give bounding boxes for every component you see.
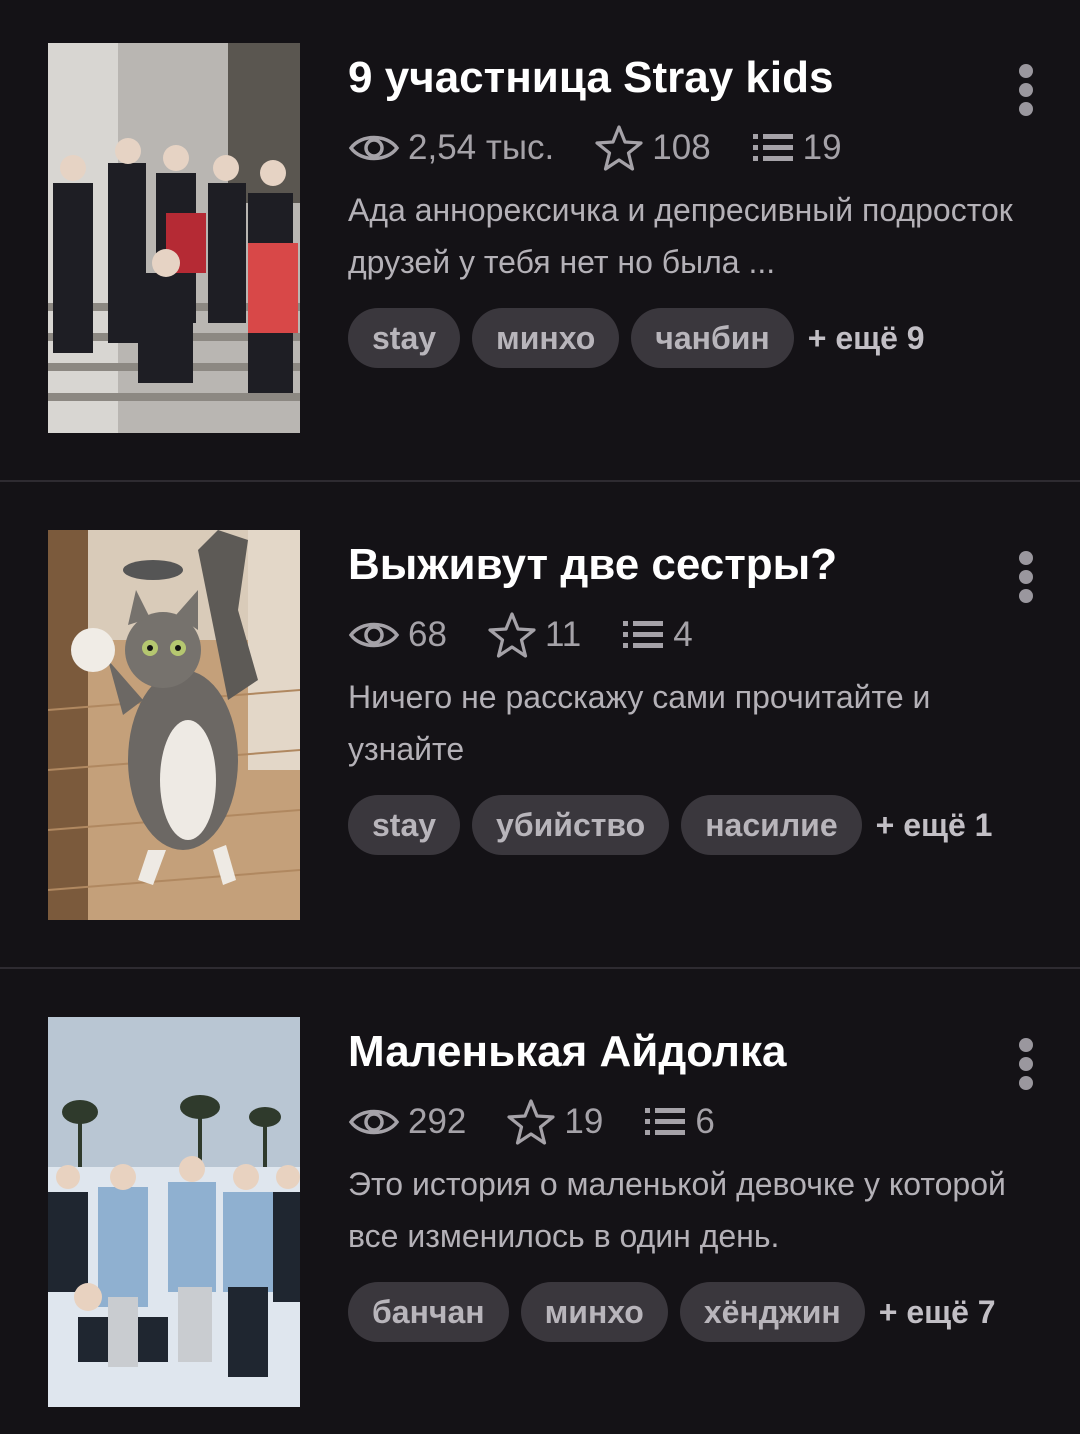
star-icon — [507, 1099, 556, 1145]
tag-chip[interactable]: убийство — [472, 795, 670, 855]
story-title[interactable]: Выживут две сестры? — [348, 539, 837, 591]
tag-chip[interactable]: насилие — [681, 795, 862, 855]
stars-stat: 108 — [594, 124, 711, 172]
chapters-count: 19 — [802, 128, 842, 167]
tag-chip[interactable]: stay — [348, 795, 461, 855]
story-stats: 2,54 тыс. 108 19 — [348, 122, 882, 174]
story-cover-image[interactable] — [48, 43, 300, 433]
divider — [0, 967, 1080, 969]
group-photo-snow-image — [48, 1017, 300, 1407]
list-icon — [645, 1108, 686, 1135]
story-cover-image[interactable] — [48, 1017, 300, 1407]
more-tags-link[interactable]: + ещё 9 — [808, 320, 925, 357]
story-card[interactable]: Маленькая Айдолка 292 19 6 Это история о… — [0, 974, 1080, 1434]
story-title[interactable]: 9 участница Stray kids — [348, 52, 833, 104]
stars-stat: 19 — [506, 1098, 603, 1146]
eye-icon — [348, 135, 400, 161]
views-count: 68 — [408, 615, 447, 654]
tag-list: банчан минхо хёнджин + ещё 7 — [348, 1282, 996, 1342]
chapters-count: 6 — [695, 1102, 715, 1141]
tag-list: stay убийство насилие + ещё 1 — [348, 795, 992, 855]
chapters-stat: 6 — [643, 1102, 715, 1142]
stars-count: 19 — [564, 1102, 604, 1141]
stars-count: 11 — [544, 615, 582, 654]
divider — [0, 480, 1080, 482]
story-description: Это история о маленькой девочке у которо… — [348, 1166, 1006, 1254]
tag-chip[interactable]: минхо — [472, 308, 620, 368]
list-icon — [752, 134, 793, 161]
views-count: 292 — [408, 1102, 467, 1141]
story-card[interactable]: Выживут две сестры? 68 11 4 Ничего не ра… — [0, 487, 1080, 974]
views-stat: 292 — [348, 1102, 466, 1142]
more-vertical-icon[interactable] — [1006, 62, 1046, 118]
story-description: Ада аннорексичка и депресивный подросток… — [348, 192, 1013, 280]
more-tags-link[interactable]: + ещё 7 — [879, 1294, 996, 1331]
eye-icon — [348, 1109, 400, 1135]
more-vertical-icon[interactable] — [1006, 549, 1046, 605]
views-stat: 2,54 тыс. — [348, 128, 554, 168]
more-vertical-icon[interactable] — [1006, 1036, 1046, 1092]
tag-chip[interactable]: банчан — [348, 1282, 509, 1342]
chapters-stat: 4 — [621, 615, 693, 655]
star-icon — [488, 612, 536, 658]
tag-list: stay минхо чанбин + ещё 9 — [348, 308, 925, 368]
list-icon — [623, 621, 664, 648]
star-icon — [595, 125, 643, 171]
views-stat: 68 — [348, 615, 447, 655]
tag-chip[interactable]: stay — [348, 308, 461, 368]
story-stats: 68 11 4 — [348, 609, 733, 661]
stars-stat: 11 — [487, 611, 581, 659]
tag-chip[interactable]: минхо — [520, 1282, 668, 1342]
eye-icon — [348, 622, 400, 648]
group-photo-stairs-image — [48, 43, 300, 433]
stars-count: 108 — [652, 128, 711, 167]
story-list: 9 участница Stray kids 2,54 тыс. 108 19 … — [0, 0, 1080, 1434]
more-tags-link[interactable]: + ещё 1 — [876, 807, 993, 844]
story-stats: 292 19 6 — [348, 1096, 755, 1148]
story-title[interactable]: Маленькая Айдолка — [348, 1026, 787, 1078]
story-card[interactable]: 9 участница Stray kids 2,54 тыс. 108 19 … — [0, 0, 1080, 487]
views-count: 2,54 тыс. — [408, 128, 555, 167]
story-cover-image[interactable] — [48, 530, 300, 920]
chapters-count: 4 — [673, 615, 693, 654]
cat-photo-image — [48, 530, 300, 920]
story-description: Ничего не расскажу сами прочитайте и узн… — [348, 679, 931, 767]
tag-chip[interactable]: хёнджин — [679, 1282, 865, 1342]
tag-chip[interactable]: чанбин — [631, 308, 794, 368]
chapters-stat: 19 — [751, 128, 842, 168]
